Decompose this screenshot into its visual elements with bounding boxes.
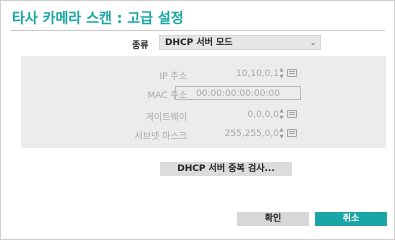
dialog-title: 타사 카메라 스캔 : 고급 설정 [12, 11, 184, 27]
subnet-field[interactable]: 255,255,0,0 [175, 127, 285, 141]
ip-row: IP 주소 10,10,0,1 ▲ ▼ [21, 67, 386, 83]
gateway-spinner-icon[interactable]: ▲ ▼ [278, 108, 285, 122]
ip-spinner-icon[interactable]: ▲ ▼ [278, 67, 285, 81]
cancel-button[interactable]: 취소 [315, 212, 387, 226]
chevron-down-icon: ⌄ [310, 39, 316, 47]
dhcp-duplicate-check-button[interactable]: DHCP 서버 중복 검사... [160, 162, 292, 176]
type-label: 종류 [132, 41, 149, 51]
subnet-spinner-icon[interactable]: ▲ ▼ [278, 127, 285, 141]
dialog-window: 타사 카메라 스캔 : 고급 설정 종류 DHCP 서버 모드 ⌄ IP 주소 … [0, 0, 395, 240]
gateway-row: 게이트웨이 0,0,0,0 ▲ ▼ [21, 108, 386, 124]
mac-row: MAC 주소 00:00:00:00:00:00 [21, 86, 386, 102]
keyboard-icon[interactable] [287, 110, 297, 118]
keyboard-icon[interactable] [287, 129, 297, 137]
type-select[interactable]: DHCP 서버 모드 ⌄ [159, 35, 321, 50]
ip-field[interactable]: 10,10,0,1 [175, 67, 285, 81]
keyboard-icon[interactable] [287, 69, 297, 77]
type-select-value: DHCP 서버 모드 [165, 38, 233, 48]
network-settings-panel: IP 주소 10,10,0,1 ▲ ▼ MAC 주소 00:00:00:00:00… [21, 56, 386, 148]
mac-field[interactable]: 00:00:00:00:00:00 [175, 86, 301, 100]
gateway-field[interactable]: 0,0,0,0 [175, 108, 285, 122]
title-divider [11, 30, 385, 31]
ok-button[interactable]: 확인 [237, 212, 309, 226]
subnet-row: 서브넷 마스크 255,255,0,0 ▲ ▼ [21, 127, 386, 143]
